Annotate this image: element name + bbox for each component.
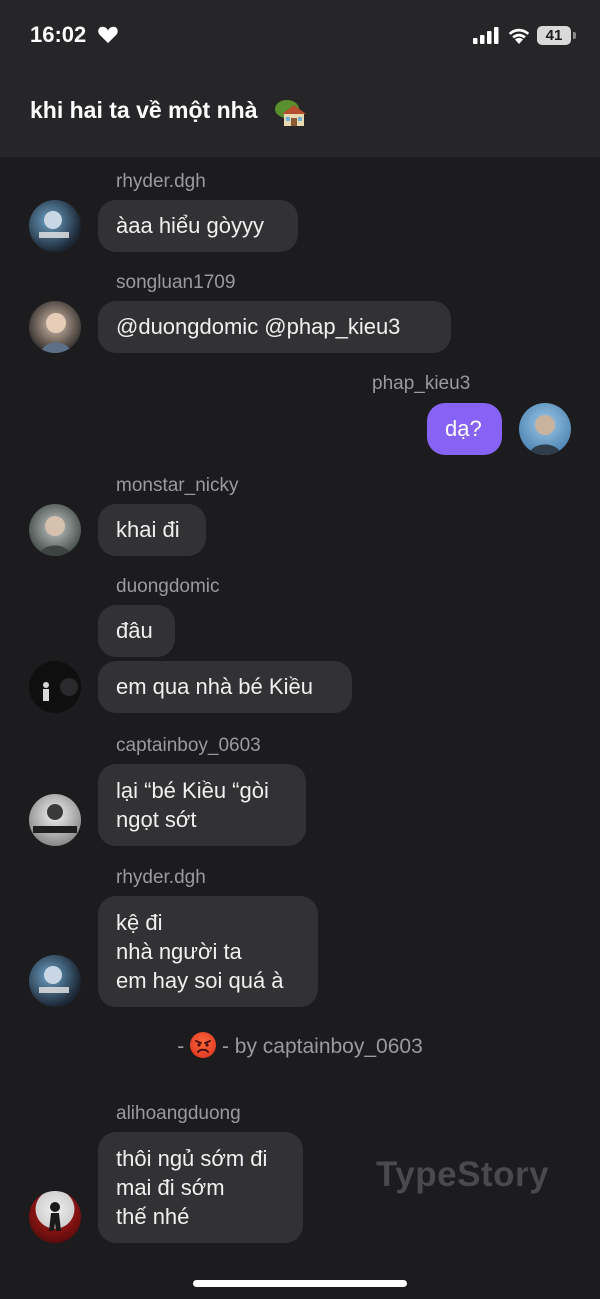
heart-icon (98, 26, 118, 44)
status-time: 16:02 (30, 22, 87, 47)
message-bubble[interactable]: thôi ngủ sớm đi mai đi sớm thế nhé (98, 1132, 303, 1243)
message-username[interactable]: songluan1709 (116, 272, 235, 294)
avatar[interactable] (519, 403, 571, 455)
battery-level: 41 (545, 27, 563, 44)
message-bubble[interactable]: em qua nhà bé Kiều (98, 661, 352, 713)
avatar[interactable] (29, 955, 81, 1007)
message-username[interactable]: duongdomic (116, 576, 220, 598)
avatar[interactable] (29, 301, 81, 353)
message-bubble[interactable]: kệ đi nhà người ta em hay soi quá à (98, 896, 318, 1007)
avatar[interactable] (29, 794, 81, 846)
battery-indicator: 41 (537, 26, 571, 45)
wifi-icon (508, 28, 530, 44)
message-username[interactable]: monstar_nicky (116, 475, 239, 497)
message-bubble[interactable]: àaa hiểu gòyyy (98, 200, 298, 252)
chat-header: 16:02 41 khi hai ta về một nhà (0, 0, 600, 157)
message-bubble[interactable]: @duongdomic @phap_kieu3 (98, 301, 451, 353)
chat-title: khi hai ta về một nhà (30, 97, 258, 123)
message-bubble[interactable]: khai đi (98, 504, 206, 556)
reaction-text: - by captainboy_0603 (221, 1035, 423, 1058)
message-bubble[interactable]: lại “bé Kiều “gòi ngọt sớt (98, 764, 306, 846)
reaction-notice: - - by captainboy_0603 (0, 1032, 600, 1059)
message-username[interactable]: rhyder.dgh (116, 171, 206, 193)
message-username[interactable]: alihoangduong (116, 1103, 241, 1125)
home-indicator[interactable] (193, 1280, 407, 1287)
reaction-prefix: - (177, 1035, 185, 1058)
angry-face-icon (190, 1032, 217, 1058)
my-message-bubble[interactable]: dạ? (427, 403, 502, 455)
avatar[interactable] (29, 661, 81, 713)
message-bubble[interactable]: đâu (98, 605, 175, 657)
message-username[interactable]: phap_kieu3 (372, 373, 470, 395)
watermark: TypeStory (376, 1155, 550, 1194)
battery-cap (573, 32, 576, 39)
avatar[interactable] (29, 200, 81, 252)
avatar[interactable] (29, 1191, 81, 1243)
house-with-garden-icon (275, 100, 306, 126)
message-username[interactable]: rhyder.dgh (116, 867, 206, 889)
message-username[interactable]: captainboy_0603 (116, 735, 261, 757)
cellular-signal-icon (473, 27, 499, 44)
avatar[interactable] (29, 504, 81, 556)
